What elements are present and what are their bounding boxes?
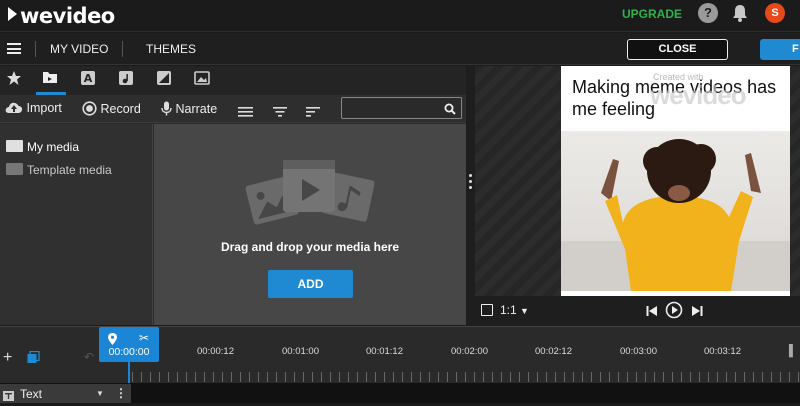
svg-text:A: A [84, 72, 93, 85]
text-icon[interactable]: A [80, 70, 98, 88]
hamburger-menu-icon[interactable] [7, 43, 21, 54]
notification-bell-icon[interactable] [732, 4, 748, 27]
record-icon [82, 101, 97, 116]
aspect-ratio-select[interactable]: 1:1 ▼ [500, 303, 529, 317]
sidebar-item-my-media[interactable]: My media [6, 140, 79, 154]
text-track-icon [3, 388, 14, 406]
record-label: Record [100, 102, 141, 116]
import-button[interactable]: Import [5, 101, 62, 115]
skip-forward-icon[interactable] [691, 304, 703, 322]
track-layers-icon[interactable] [27, 350, 40, 369]
timeline-tick-label: 00:02:12 [535, 346, 572, 357]
track-label: Text [20, 387, 43, 401]
aspect-ratio-checkbox-icon[interactable] [481, 304, 493, 316]
folder-icon [6, 163, 23, 175]
list-view-icon[interactable] [238, 104, 253, 122]
timeline-tick-label: 00:02:00 [451, 346, 488, 357]
nav-divider [122, 41, 123, 57]
media-placeholder-icon [245, 150, 377, 235]
media-tabs [0, 66, 466, 95]
wevideo-logo[interactable]: wevideo [8, 4, 115, 28]
sort-icon[interactable] [306, 104, 320, 122]
drop-instructions: Drag and drop your media here [220, 240, 400, 254]
timeline-tick-label: 00:01:00 [282, 346, 319, 357]
watermark-logo: wevideo [650, 80, 747, 110]
favorites-icon[interactable] [6, 70, 24, 88]
panel-resize-handle[interactable] [466, 66, 475, 325]
sidebar-item-template-media[interactable]: Template media [6, 163, 112, 177]
sidebar-item-label: My media [27, 140, 80, 154]
scissors-icon[interactable]: ✂ [139, 331, 149, 345]
chevron-down-icon: ▼ [520, 306, 529, 316]
preview-frame-image [561, 131, 790, 291]
playhead-time: 00:00:00 [108, 346, 150, 358]
project-title[interactable]: MY VIDEO [50, 42, 108, 56]
media-sidebar [0, 124, 153, 325]
timeline-tick-label: 00:00:12 [197, 346, 234, 357]
themes-tab[interactable]: THEMES [146, 42, 196, 56]
media-folder-icon[interactable] [36, 70, 66, 95]
timeline-tick-label: 00:03:12 [704, 346, 741, 357]
audio-icon[interactable] [118, 70, 136, 88]
logo-mark-icon [8, 7, 17, 21]
image-icon[interactable] [194, 70, 212, 88]
timeline-scroll-handle[interactable]: ▐ [785, 345, 793, 357]
narrate-label: Narrate [175, 102, 218, 116]
cloud-upload-icon [5, 102, 23, 113]
filter-icon[interactable] [273, 104, 287, 122]
add-media-button[interactable]: ADD [268, 270, 353, 298]
play-icon[interactable] [665, 301, 683, 324]
timeline-tick-label: 00:03:00 [620, 346, 657, 357]
aspect-ratio-label: 1:1 [500, 303, 517, 317]
skip-back-icon[interactable] [646, 304, 658, 322]
microphone-icon [161, 101, 172, 116]
transition-icon[interactable] [156, 70, 174, 88]
more-options-icon[interactable]: ⋮ [115, 386, 127, 400]
import-label: Import [26, 101, 62, 115]
user-avatar[interactable]: S [765, 3, 785, 23]
record-button[interactable]: Record [82, 101, 141, 116]
narrate-button[interactable]: Narrate [161, 101, 217, 116]
upgrade-link[interactable]: UPGRADE [622, 7, 682, 21]
sidebar-item-label: Template media [27, 163, 112, 177]
folder-open-icon [6, 140, 23, 152]
timeline-tick-label: 00:01:12 [366, 346, 403, 357]
help-icon[interactable]: ? [698, 3, 718, 23]
chevron-down-icon[interactable]: ▼ [96, 389, 104, 398]
undo-icon[interactable]: ↶ [84, 350, 94, 364]
close-button[interactable]: CLOSE [627, 39, 728, 60]
search-icon[interactable] [444, 102, 456, 120]
finish-button[interactable]: F [760, 39, 800, 60]
add-track-icon[interactable]: + [3, 349, 12, 367]
timeline-ruler[interactable] [132, 372, 800, 382]
nav-divider [35, 41, 36, 57]
logo-text: wevideo [20, 4, 115, 28]
